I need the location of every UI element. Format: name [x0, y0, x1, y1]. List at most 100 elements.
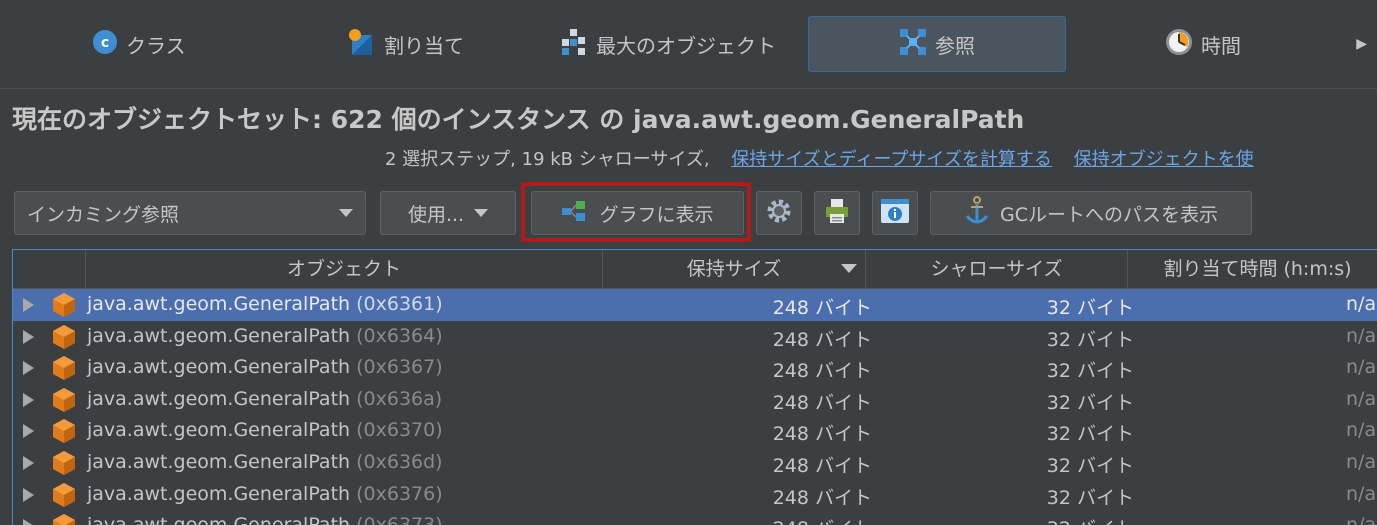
- object-icon: [51, 387, 77, 413]
- class-name: java.awt.geom.GeneralPath: [87, 324, 351, 347]
- expand-arrow-icon[interactable]: [23, 361, 34, 376]
- object-address: (0x6376): [356, 482, 443, 505]
- object-icon: [51, 482, 77, 508]
- tab-time[interactable]: 時間: [1165, 16, 1241, 72]
- object-icon: [51, 450, 77, 476]
- tab-scroll-right-icon[interactable]: ▶: [1356, 36, 1367, 52]
- object-icon: [51, 355, 77, 381]
- object-icon: [51, 292, 77, 318]
- object-name: java.awt.geom.GeneralPath (0x6376): [87, 483, 443, 505]
- clock-icon: [1165, 28, 1193, 61]
- shallow-size-cell: 32 バイト: [1046, 486, 1134, 509]
- highlight-box: [521, 182, 751, 242]
- object-address: (0x6361): [356, 293, 443, 315]
- class-name: java.awt.geom.GeneralPath: [87, 514, 350, 525]
- object-address: (0x6364): [356, 324, 443, 347]
- tab-label: クラス: [126, 33, 186, 58]
- class-icon: c: [92, 29, 118, 60]
- info-button[interactable]: [872, 191, 918, 235]
- retained-size-cell: 248 バイト: [772, 360, 872, 383]
- allocation-time-cell: n/a: [1346, 356, 1377, 379]
- retained-size-cell: 248 バイト: [772, 391, 872, 414]
- object-address: (0x6370): [356, 419, 443, 442]
- shallow-size-cell: 32 バイト: [1046, 328, 1134, 351]
- references-icon: [899, 28, 927, 61]
- table-row[interactable]: java.awt.geom.GeneralPath (0x6376) 248 バイ…: [13, 479, 1377, 511]
- use-button[interactable]: 使用...: [380, 191, 516, 235]
- table-row[interactable]: java.awt.geom.GeneralPath (0x6373) 248 バイ…: [13, 510, 1377, 525]
- column-header-retained-size[interactable]: 保持サイズ: [602, 250, 865, 288]
- object-address: (0x6373): [356, 514, 443, 525]
- gear-icon: [765, 197, 793, 230]
- retained-size-cell: 248 バイト: [772, 455, 872, 477]
- sort-descending-icon: [841, 264, 857, 273]
- column-header-object[interactable]: オブジェクト: [85, 250, 602, 288]
- table-row[interactable]: java.awt.geom.GeneralPath (0x6367) 248 バイ…: [13, 352, 1377, 384]
- allocation-time-cell: n/a: [1346, 387, 1377, 410]
- view-tab-bar: c クラス 割り当て 最大のオブジェクト 参照 時間 ▶: [0, 0, 1377, 89]
- tab-allocations[interactable]: 割り当て: [346, 16, 464, 72]
- printer-icon: [823, 197, 851, 230]
- object-address: (0x636d): [356, 451, 443, 473]
- expand-arrow-icon[interactable]: [23, 298, 34, 312]
- expand-arrow-icon[interactable]: [23, 456, 34, 470]
- retained-size-cell: 248 バイト: [773, 514, 872, 525]
- tab-classes[interactable]: c クラス: [92, 16, 186, 72]
- object-icon: [51, 418, 77, 444]
- class-name: java.awt.geom.GeneralPath: [87, 356, 351, 379]
- settings-button[interactable]: [756, 191, 802, 235]
- class-name: java.awt.geom.GeneralPath: [87, 419, 351, 442]
- column-header-label: 保持サイズ: [686, 258, 782, 280]
- print-button[interactable]: [814, 191, 860, 235]
- tab-label: 参照: [935, 33, 975, 58]
- allocation-time-cell: n/a: [1346, 482, 1377, 505]
- tab-references[interactable]: 参照: [808, 16, 1066, 72]
- shallow-size-cell: 32 バイト: [1046, 455, 1134, 477]
- gc-label: GCルートへのパスを表示: [1000, 203, 1218, 226]
- calculate-sizes-link[interactable]: 保持サイズとディープサイズを計算する: [731, 149, 1052, 170]
- table-row[interactable]: java.awt.geom.GeneralPath (0x6361) 248 バイ…: [13, 289, 1377, 321]
- expand-arrow-icon[interactable]: [23, 487, 34, 502]
- table-row[interactable]: java.awt.geom.GeneralPath (0x6370) 248 バイ…: [13, 415, 1377, 447]
- class-name: java.awt.geom.GeneralPath: [87, 293, 351, 315]
- column-header-allocation-time[interactable]: 割り当て時間 (h:m:s): [1127, 250, 1377, 288]
- anchor-icon: [964, 195, 990, 231]
- page-title: 現在のオブジェクトセット: 622 個のインスタンス の java.awt.ge…: [12, 105, 1025, 134]
- shallow-size-cell: 32 バイト: [1046, 423, 1134, 446]
- column-header-shallow-size[interactable]: シャローサイズ: [865, 250, 1127, 288]
- expand-arrow-icon[interactable]: [23, 424, 34, 439]
- object-name: java.awt.geom.GeneralPath (0x6364): [87, 325, 443, 347]
- table-row[interactable]: java.awt.geom.GeneralPath (0x6364) 248 バイ…: [13, 321, 1377, 353]
- selection-steps-text: 2 選択ステップ, 19 kB シャローサイズ,: [385, 149, 710, 170]
- tab-biggest-objects[interactable]: 最大のオブジェクト: [560, 16, 776, 72]
- show-gc-root-path-button[interactable]: GCルートへのパスを表示: [930, 191, 1252, 235]
- retained-size-cell: 248 バイト: [772, 486, 872, 509]
- use-label: 使用...: [407, 203, 465, 226]
- shallow-size-cell: 32 バイト: [1046, 297, 1134, 319]
- expand-arrow-icon[interactable]: [23, 392, 34, 407]
- object-icon: [51, 324, 77, 350]
- retained-size-cell: 248 バイト: [772, 423, 872, 446]
- selection-summary: 2 選択ステップ, 19 kB シャローサイズ, 保持サイズとディープサイズを計…: [385, 145, 1254, 171]
- retained-size-cell: 248 バイト: [772, 328, 872, 351]
- chevron-down-icon: [474, 209, 489, 217]
- shallow-size-cell: 32 バイト: [1047, 514, 1134, 525]
- allocation-time-cell: n/a: [1346, 293, 1377, 315]
- dropdown-value: インカミング参照: [27, 203, 180, 226]
- shallow-size-cell: 32 バイト: [1046, 360, 1134, 383]
- object-name: java.awt.geom.GeneralPath (0x636a): [87, 388, 442, 410]
- use-retained-objects-link[interactable]: 保持オブジェクトを使: [1074, 149, 1254, 170]
- objects-table[interactable]: オブジェクト 保持サイズ シャローサイズ 割り当て時間 (h:m:s) java…: [12, 249, 1377, 525]
- retained-size-cell: 248 バイト: [772, 297, 872, 319]
- allocation-time-cell: n/a: [1346, 324, 1377, 347]
- expand-arrow-icon[interactable]: [23, 519, 34, 525]
- expand-arrow-icon[interactable]: [23, 329, 34, 344]
- reference-type-dropdown[interactable]: インカミング参照: [14, 191, 366, 235]
- allocation-time-cell: n/a: [1346, 451, 1377, 473]
- table-row[interactable]: java.awt.geom.GeneralPath (0x636a) 248 バイ…: [13, 384, 1377, 416]
- class-name: java.awt.geom.GeneralPath: [87, 451, 351, 473]
- object-name: java.awt.geom.GeneralPath (0x6367): [87, 356, 443, 378]
- tab-label: 最大のオブジェクト: [596, 33, 776, 58]
- table-row[interactable]: java.awt.geom.GeneralPath (0x636d) 248 バイ…: [13, 447, 1377, 479]
- allocation-icon: [346, 27, 376, 62]
